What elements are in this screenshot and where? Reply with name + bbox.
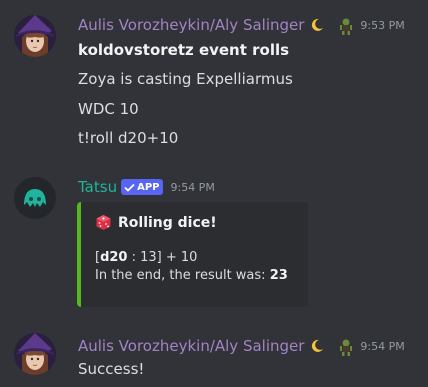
app-badge-label: APP xyxy=(137,181,160,193)
embed: Rolling dice! [d20 : 13] + 10 In the end… xyxy=(77,202,308,307)
avatar[interactable] xyxy=(14,15,56,57)
roll-detail: [d20 : 13] + 10 xyxy=(95,249,197,267)
avatar[interactable] xyxy=(14,333,56,375)
message-header: Tatsu APP 9:54 PM xyxy=(78,176,215,198)
app-badge: APP xyxy=(121,179,164,195)
roll-die: d20 xyxy=(100,250,128,265)
author-name[interactable]: Aulis Vorozheykin/Aly Salinger xyxy=(78,337,304,355)
timestamp: 9:53 PM xyxy=(360,18,405,32)
timestamp: 9:54 PM xyxy=(170,180,215,194)
roll-rest: : 13] + 10 xyxy=(127,250,198,265)
embed-title-text: Rolling dice! xyxy=(118,214,217,231)
message-line: t!roll d20+10 xyxy=(78,129,179,147)
message-line: Zoya is casting Expelliarmus xyxy=(78,70,293,88)
crescent-moon-icon xyxy=(309,17,325,33)
dice-icon xyxy=(96,215,111,230)
message-line: koldovstoretz event rolls xyxy=(78,41,290,59)
message-header: Aulis Vorozheykin/Aly Salinger 9:53 PM xyxy=(78,14,405,36)
author-name[interactable]: Aulis Vorozheykin/Aly Salinger xyxy=(78,16,304,34)
goblin-icon xyxy=(338,17,354,35)
result-prefix: In the end, the result was: xyxy=(95,268,270,283)
author-name[interactable]: Tatsu xyxy=(78,178,117,196)
timestamp: 9:54 PM xyxy=(360,339,405,353)
embed-title: Rolling dice! xyxy=(95,214,217,231)
goblin-icon xyxy=(338,338,354,356)
result-value: 23 xyxy=(269,268,288,283)
checkmark-icon xyxy=(124,183,135,192)
message-line: WDC 10 xyxy=(78,100,139,118)
crescent-moon-icon xyxy=(309,338,325,354)
roll-result: In the end, the result was: 23 xyxy=(95,267,288,285)
message-line: Success! xyxy=(78,360,145,378)
message-header: Aulis Vorozheykin/Aly Salinger 9:54 PM xyxy=(78,335,405,357)
avatar[interactable] xyxy=(14,177,56,219)
